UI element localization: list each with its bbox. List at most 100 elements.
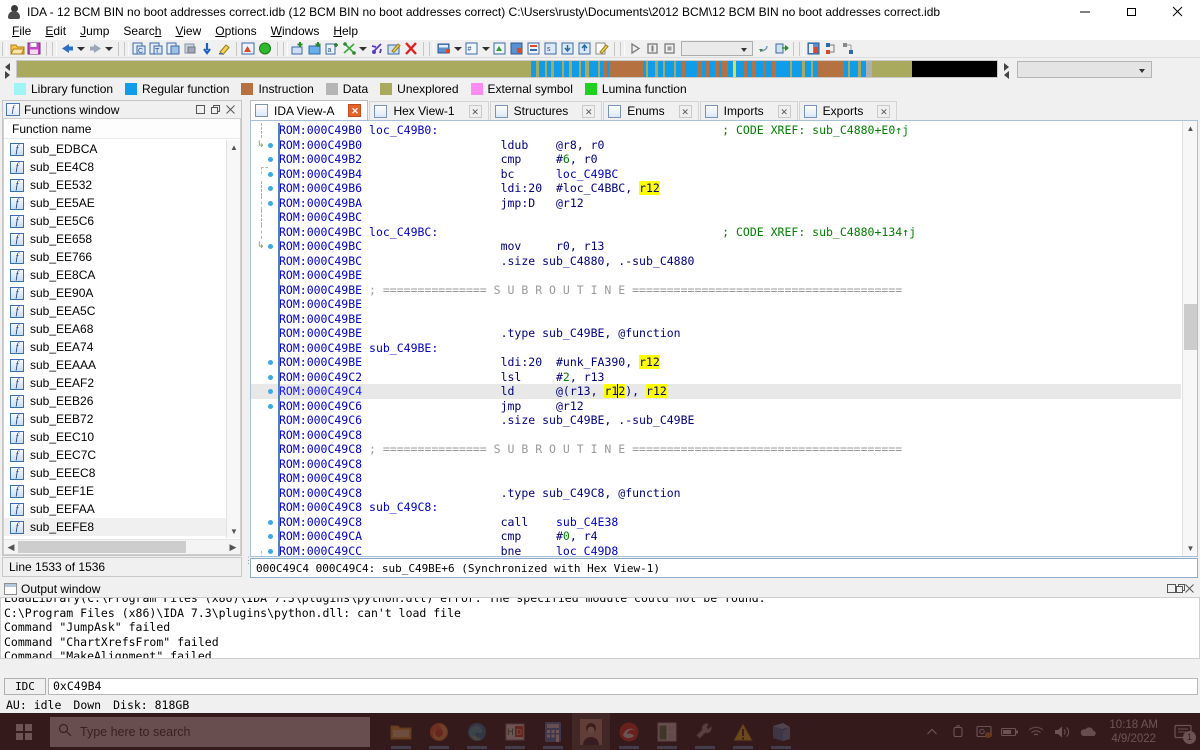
minimize-icon[interactable] xyxy=(1062,0,1108,23)
tab-hex-view-1[interactable]: Hex View-1 ✕ xyxy=(369,101,489,120)
strings-icon[interactable]: s xyxy=(544,41,559,56)
highlight-icon[interactable] xyxy=(217,41,232,56)
delete-icon[interactable] xyxy=(404,41,419,56)
battery-icon[interactable] xyxy=(997,713,1023,750)
toolbar-grip-edit[interactable] xyxy=(124,41,129,56)
hxd-icon[interactable]: HD xyxy=(496,713,534,750)
disassembly-line[interactable]: ROM:000C49C8 xyxy=(251,471,1181,486)
disassembly-vertical-scrollbar[interactable]: ▲ ▼ xyxy=(1182,121,1197,556)
disassembly-line[interactable]: ROM:000C49CC bne loc_C49D8 xyxy=(251,543,1181,556)
restore-icon[interactable] xyxy=(193,103,208,117)
menu-view[interactable]: View xyxy=(168,23,208,40)
function-list-item[interactable]: f sub_EEA74 xyxy=(4,338,226,356)
function-list-item[interactable]: f sub_EE5AE xyxy=(4,194,226,212)
disassembly-line[interactable]: ROM:000C49BC loc_C49BC: ; CODE XREF: sub… xyxy=(251,224,1181,239)
tab-close-icon[interactable]: ✕ xyxy=(582,104,596,118)
tab-close-icon[interactable]: ✕ xyxy=(877,104,891,118)
disassembly-line[interactable]: ROM:000C49C2 lsl #2, r13 xyxy=(251,369,1181,384)
flowchart-icon[interactable] xyxy=(824,41,839,56)
disassembly-line[interactable]: ROM:000C49BE xyxy=(251,268,1181,283)
disassembly-line[interactable]: ROM:000C49C8 xyxy=(251,427,1181,442)
taskbar-search-box[interactable]: Type here to search xyxy=(50,716,370,747)
disassembly-line[interactable]: ROM:000C49BE .type sub_C49BE, @function xyxy=(251,326,1181,341)
code-icon[interactable]: C xyxy=(132,41,147,56)
nav-scroll-left-icon[interactable] xyxy=(2,60,14,79)
disassembly-line[interactable]: ROM:000C49CA cmp #0, r4 xyxy=(251,529,1181,544)
toolbar-grip[interactable] xyxy=(2,41,7,56)
toolbar-grip-xrefs[interactable] xyxy=(283,41,288,56)
disassembly-line[interactable]: ↳ ROM:000C49BC mov r0, r13 xyxy=(251,239,1181,254)
disassembly-line[interactable]: ROM:000C49BA jmp:D @r12 xyxy=(251,195,1181,210)
taskbar-clock[interactable]: 10:18 AM 4/9/2022 xyxy=(1101,718,1166,746)
hex-view-icon[interactable]: # xyxy=(465,41,480,56)
functions-vertical-scrollbar[interactable]: ▲ ▼ xyxy=(226,140,240,538)
disassembly-line[interactable]: ROM:000C49C6 .size sub_C49BE, .-sub_C49B… xyxy=(251,413,1181,428)
tab-enums[interactable]: Enums ✕ xyxy=(603,101,699,120)
scroll-down-icon[interactable]: ▼ xyxy=(1183,541,1197,556)
disassembly-line[interactable]: ROM:000C49C8 sub_C49C8: xyxy=(251,500,1181,515)
disassembly-line[interactable]: ROM:000C49BE ldi:20 #unk_FA390, r12 xyxy=(251,355,1181,370)
function-list-item[interactable]: f sub_EEFAA xyxy=(4,500,226,518)
function-list-item[interactable]: f sub_EEB26 xyxy=(4,392,226,410)
onedrive-icon[interactable] xyxy=(1075,713,1101,750)
callflow-icon[interactable] xyxy=(841,41,856,56)
xrefs-icon[interactable] xyxy=(342,41,357,56)
disassembly-line[interactable]: ROM:000C49C4 ld @(r13, r12), r12 xyxy=(251,384,1181,399)
disassembly-line[interactable]: ↳ ROM:000C49B0 ldub @r8, r0 xyxy=(251,137,1181,152)
screen-share-icon[interactable] xyxy=(971,713,997,750)
navigator-combo[interactable] xyxy=(1017,60,1152,78)
notepad-icon[interactable] xyxy=(595,41,610,56)
function-list-item[interactable]: f sub_EE766 xyxy=(4,248,226,266)
tab-close-icon[interactable]: ✕ xyxy=(678,104,692,118)
disassembly-line[interactable]: ROM:000C49B2 cmp #6, r0 xyxy=(251,152,1181,167)
function-list-item[interactable]: f sub_EEC7C xyxy=(4,446,226,464)
exports-icon[interactable] xyxy=(578,41,593,56)
toolbar-grip-graphs[interactable] xyxy=(799,41,804,56)
toolbar-grip-views[interactable] xyxy=(429,41,434,56)
open-file-icon[interactable] xyxy=(10,41,25,56)
quick-view-icon[interactable] xyxy=(370,41,385,56)
wifi-icon[interactable] xyxy=(1023,713,1049,750)
idc-input[interactable]: 0xC49B4 xyxy=(48,678,1198,695)
scroll-down-icon[interactable]: ▼ xyxy=(227,524,241,538)
tab-structures[interactable]: Structures ✕ xyxy=(489,101,603,120)
open-subview-icon[interactable] xyxy=(437,41,452,56)
restore-icon[interactable] xyxy=(1167,582,1176,596)
scroll-left-icon[interactable]: ◀ xyxy=(4,540,18,555)
function-list-item[interactable]: f sub_EEF1E xyxy=(4,482,226,500)
debug-pause-icon[interactable] xyxy=(645,41,660,56)
close-icon[interactable] xyxy=(1185,582,1194,596)
disassembly-line[interactable]: ROM:000C49B0 loc_C49B0: ; CODE XREF: sub… xyxy=(251,123,1181,138)
volume-icon[interactable] xyxy=(1049,713,1075,750)
menu-file[interactable]: File xyxy=(5,23,38,40)
scroll-right-icon[interactable]: ▶ xyxy=(226,540,240,555)
functions-list[interactable]: f sub_EDBCA f sub_EE4C8 f sub_EE532 f sub_EE5AE… xyxy=(4,140,226,538)
proximity-icon[interactable] xyxy=(807,41,822,56)
debug-stop-icon[interactable] xyxy=(662,41,677,56)
tab-close-icon[interactable]: ✕ xyxy=(777,104,791,118)
function-name-column-header[interactable]: Function name xyxy=(4,119,240,139)
function-list-item[interactable]: f sub_EEC10 xyxy=(4,428,226,446)
functions-horizontal-scrollbar[interactable]: ◀ ▶ xyxy=(4,539,240,554)
function-list-item[interactable]: f sub_EEAF2 xyxy=(4,374,226,392)
function-list-item[interactable]: f sub_EE90A xyxy=(4,284,226,302)
tab-close-icon[interactable]: ✕ xyxy=(468,104,482,118)
windows-start-icon[interactable] xyxy=(0,713,48,750)
edge-icon[interactable] xyxy=(458,713,496,750)
warning-icon[interactable] xyxy=(724,713,762,750)
menu-windows[interactable]: Windows xyxy=(264,23,327,40)
menu-search[interactable]: Search xyxy=(116,23,168,40)
disassembly-line[interactable]: ROM:000C49BC xyxy=(251,210,1181,225)
debugger-select[interactable] xyxy=(681,41,753,56)
function-list-item[interactable]: f sub_EEFE8 xyxy=(4,518,226,536)
disassembly-line[interactable]: ROM:000C49B4 bc loc_C49BC xyxy=(251,166,1181,181)
struct-icon[interactable] xyxy=(166,41,181,56)
tab-ida-view-a[interactable]: IDA View-A ✕ xyxy=(250,100,369,120)
nav-forward-dropdown-icon[interactable] xyxy=(104,41,113,56)
add-func-icon[interactable] xyxy=(308,41,323,56)
tab-imports[interactable]: Imports ✕ xyxy=(699,101,798,120)
names-icon[interactable] xyxy=(493,41,508,56)
disassembly-line[interactable]: ROM:000C49C8 ; =============== S U B R O… xyxy=(251,442,1181,457)
close-icon[interactable] xyxy=(223,103,238,117)
open-subview-dropdown-icon[interactable] xyxy=(453,41,462,56)
